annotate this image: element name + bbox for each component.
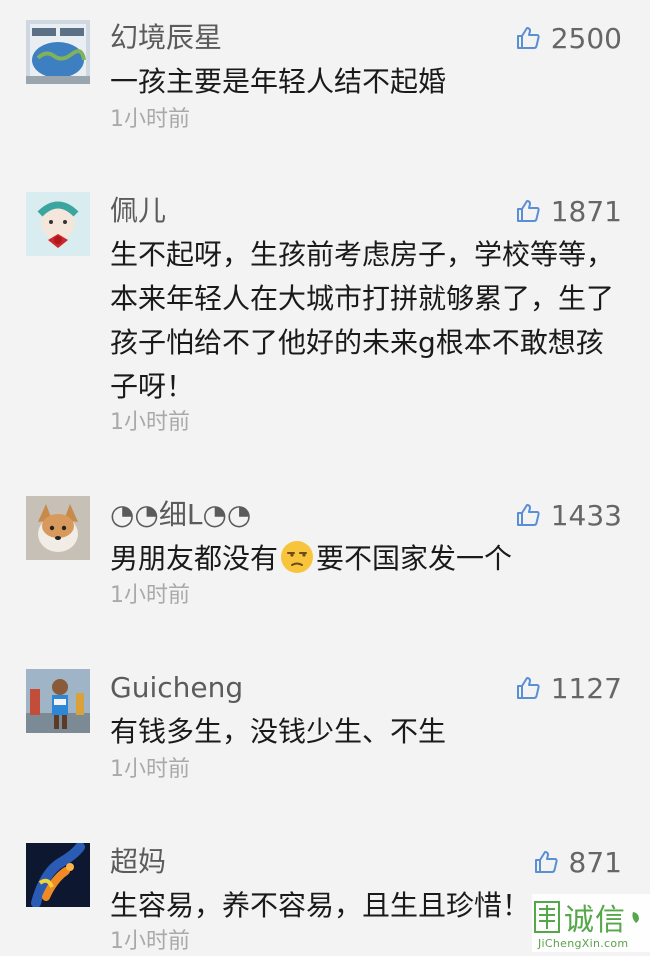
like-button[interactable]: 1433 <box>515 497 622 533</box>
timestamp: 1小时前 <box>110 107 190 132</box>
timestamp: 1小时前 <box>110 757 190 782</box>
watermark-mark: 诚信 <box>534 895 642 939</box>
comment-text: 生不起呀，生孩前考虑房子，学校等等，本来年轻人在大城市打拼就够累了，生了孩子怕给… <box>110 238 615 403</box>
comment-text: 男朋友都没有 要不国家发一个 <box>110 537 630 581</box>
like-count: 1127 <box>550 671 622 705</box>
username[interactable]: ◔◔细L◔◔ <box>110 497 251 533</box>
like-count: 871 <box>568 845 622 879</box>
thumbs-up-icon <box>516 677 540 699</box>
avatar[interactable] <box>26 20 90 84</box>
thumbs-up-icon <box>516 27 540 49</box>
like-button[interactable]: 871 <box>533 844 622 880</box>
watermark-logo: 诚信 JiChengXin.com <box>532 894 650 952</box>
unamused-face-emoji <box>281 541 314 573</box>
avatar[interactable] <box>26 192 90 256</box>
thumbs-up-icon <box>516 200 540 222</box>
comment-text: 有钱多生，没钱少生、不生 <box>110 715 447 748</box>
username[interactable]: 超妈 <box>110 844 166 880</box>
like-count: 2500 <box>550 21 622 55</box>
username[interactable]: Guicheng <box>110 670 243 706</box>
like-button[interactable]: 1127 <box>515 670 622 706</box>
timestamp: 1小时前 <box>110 583 190 608</box>
avatar[interactable] <box>26 843 90 907</box>
watermark-chars: 诚信 <box>564 903 626 938</box>
leaf-icon <box>632 912 639 923</box>
timestamp: 1小时前 <box>110 410 190 435</box>
like-count: 1433 <box>550 498 622 532</box>
username[interactable]: 佩儿 <box>110 193 166 229</box>
comment-text-before-emoji: 男朋友都没有 <box>110 542 279 575</box>
watermark-seal-icon <box>534 901 560 933</box>
like-button[interactable]: 1871 <box>515 193 622 229</box>
avatar[interactable] <box>26 496 90 560</box>
like-button[interactable]: 2500 <box>515 20 622 56</box>
like-count: 1871 <box>550 194 622 228</box>
watermark-domain: JiChengXin.com <box>538 937 629 950</box>
avatar[interactable] <box>26 669 90 733</box>
username[interactable]: 幻境辰星 <box>110 20 222 56</box>
comment-text-after-emoji: 要不国家发一个 <box>316 542 513 575</box>
thumbs-up-icon <box>534 851 558 873</box>
thumbs-up-icon <box>516 504 540 526</box>
comment-text: 一孩主要是年轻人结不起婚 <box>110 65 447 98</box>
